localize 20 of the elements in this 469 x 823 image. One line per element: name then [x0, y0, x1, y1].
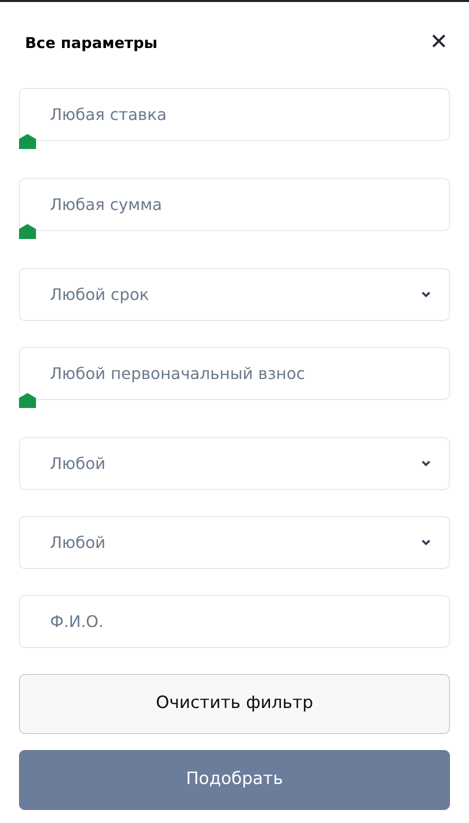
- input-field[interactable]: Любая сумма: [19, 178, 450, 231]
- select-placeholder: Любой: [50, 532, 106, 554]
- chevron-down-icon: [421, 291, 431, 298]
- slider-thumb[interactable]: [19, 134, 36, 149]
- chevron-down-icon: [421, 539, 431, 546]
- input-field[interactable]: Ф.И.О.: [19, 595, 450, 648]
- close-button[interactable]: ✕: [428, 32, 450, 54]
- slider-thumb[interactable]: [19, 224, 36, 239]
- select-field[interactable]: Любой: [19, 437, 450, 490]
- input-field[interactable]: Любая ставка: [19, 88, 450, 141]
- slider-thumb[interactable]: [19, 393, 36, 408]
- submit-button[interactable]: Подобрать: [19, 750, 450, 810]
- select-placeholder: Любой срок: [50, 284, 150, 306]
- input-field[interactable]: Любой первоначальный взнос: [19, 347, 450, 400]
- panel-title: Все параметры: [25, 33, 158, 54]
- select-field[interactable]: Любой: [19, 516, 450, 569]
- chevron-down-icon: [421, 460, 431, 467]
- select-placeholder: Любой: [50, 452, 106, 474]
- clear-filter-button[interactable]: Очистить фильтр: [19, 674, 450, 734]
- select-field[interactable]: Любой срок: [19, 268, 450, 321]
